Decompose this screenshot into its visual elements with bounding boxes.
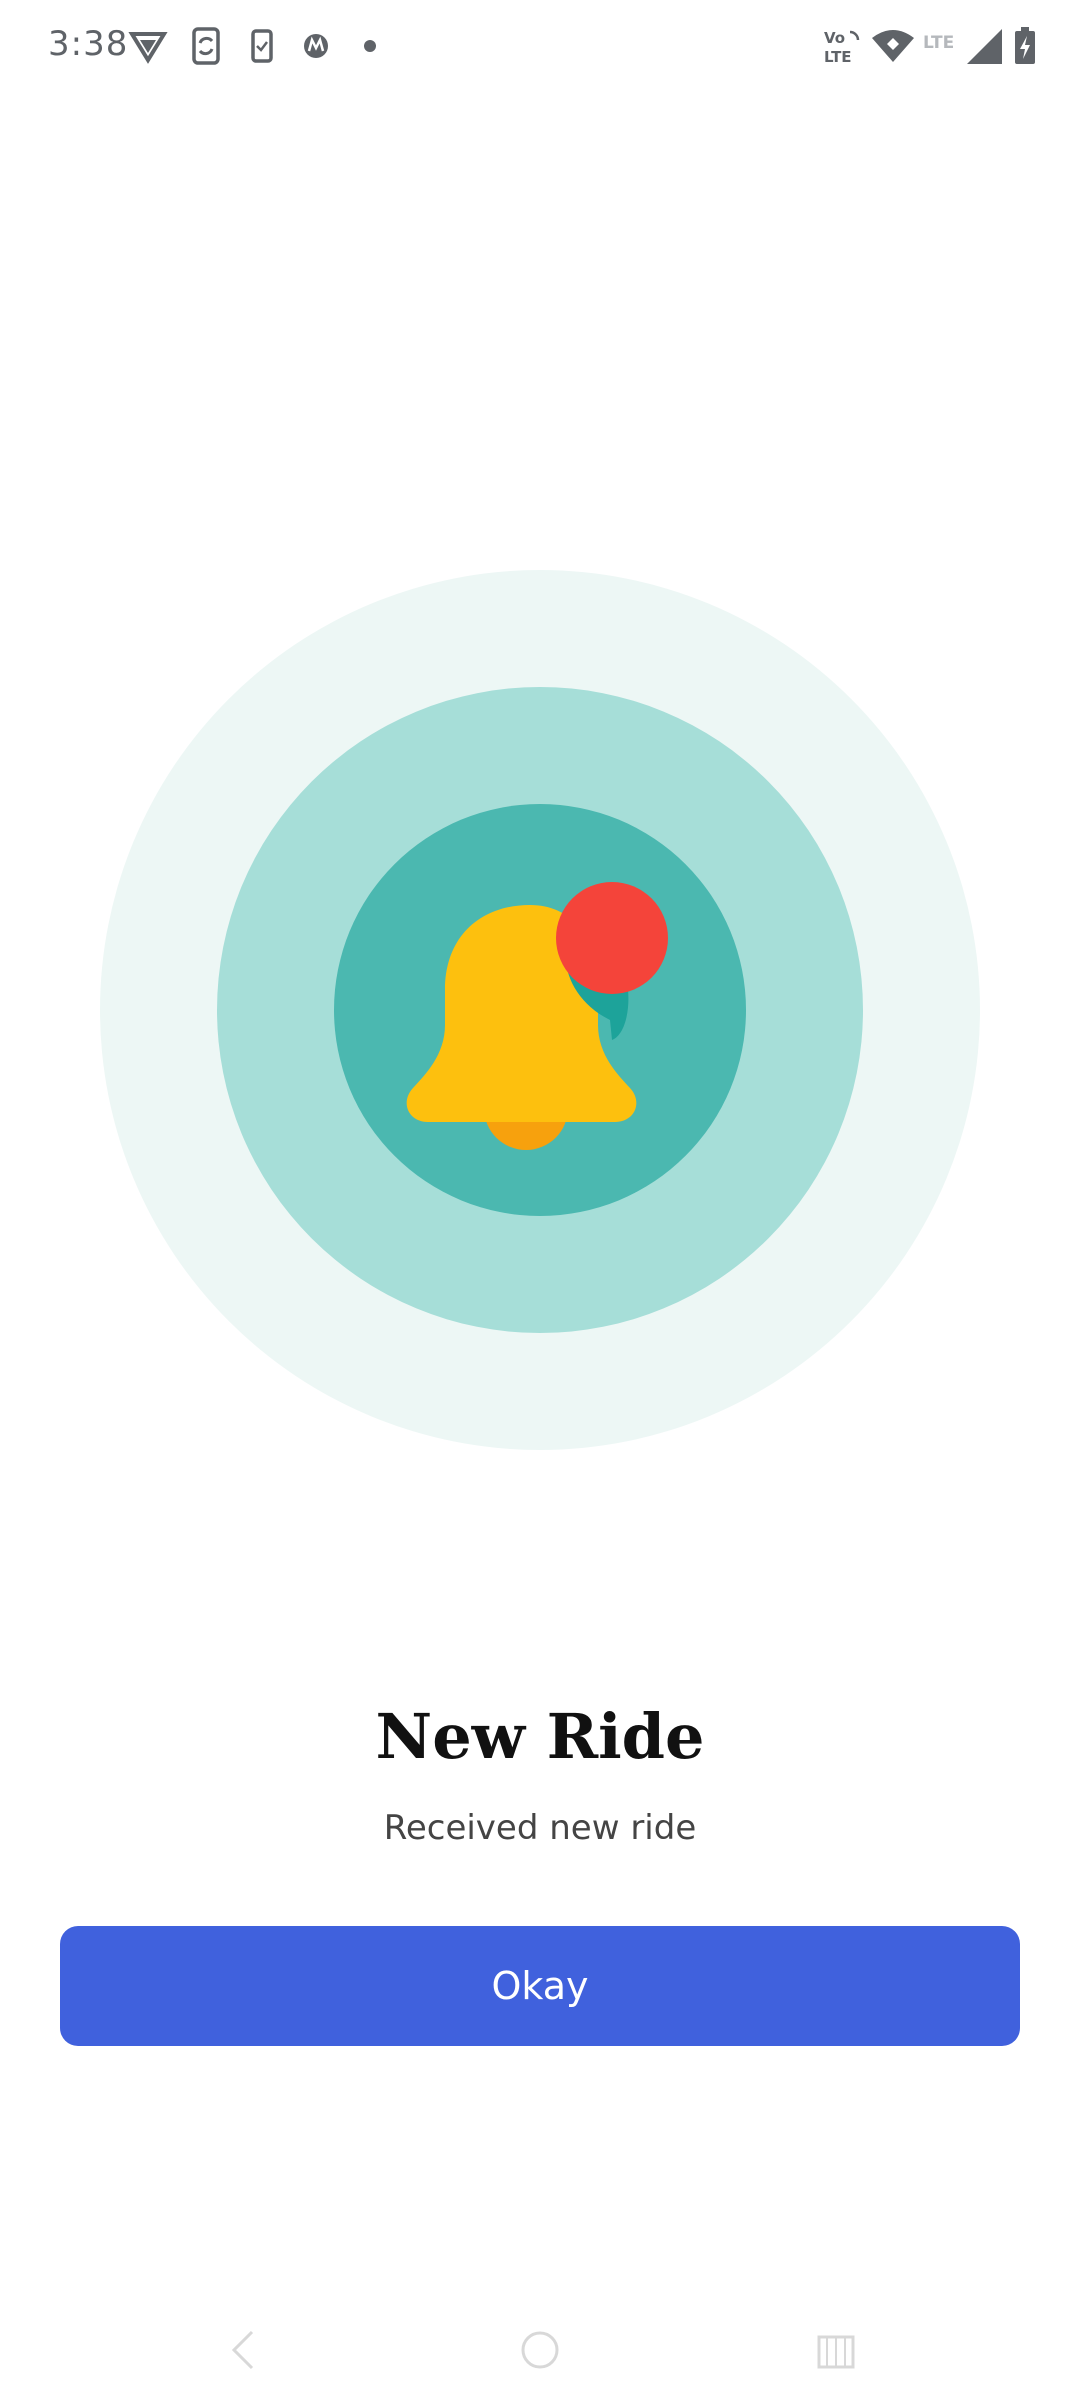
illustration [0,560,1080,1460]
dialog-message: Received new ride [383,1808,697,1848]
vpn-shield-icon [128,26,168,66]
svg-text:LTE: LTE [824,48,852,66]
okay-button[interactable]: Okay [60,1926,1020,2046]
battery-charging-icon [1012,26,1038,66]
navigation-bar [0,2300,1080,2400]
phone-sync-icon [186,26,226,66]
signal-icon [964,26,1006,66]
phone-check-icon [242,26,282,66]
back-icon[interactable] [214,2320,274,2380]
svg-text:Vo: Vo [824,29,845,47]
wifi-icon [870,26,916,66]
dialog-title: New Ride [375,1700,705,1773]
status-bar: 3:38 Vo LTE LTE [0,0,1080,96]
lte-icon: LTE [922,26,964,66]
status-time: 3:38 [48,24,129,64]
dot-icon [350,26,390,66]
svg-text:LTE: LTE [923,33,954,53]
home-icon[interactable] [510,2320,570,2380]
motorola-icon [296,26,336,66]
recents-icon[interactable] [806,2320,866,2380]
volte-icon: Vo LTE [822,26,866,66]
bell-notification-icon [380,860,700,1180]
